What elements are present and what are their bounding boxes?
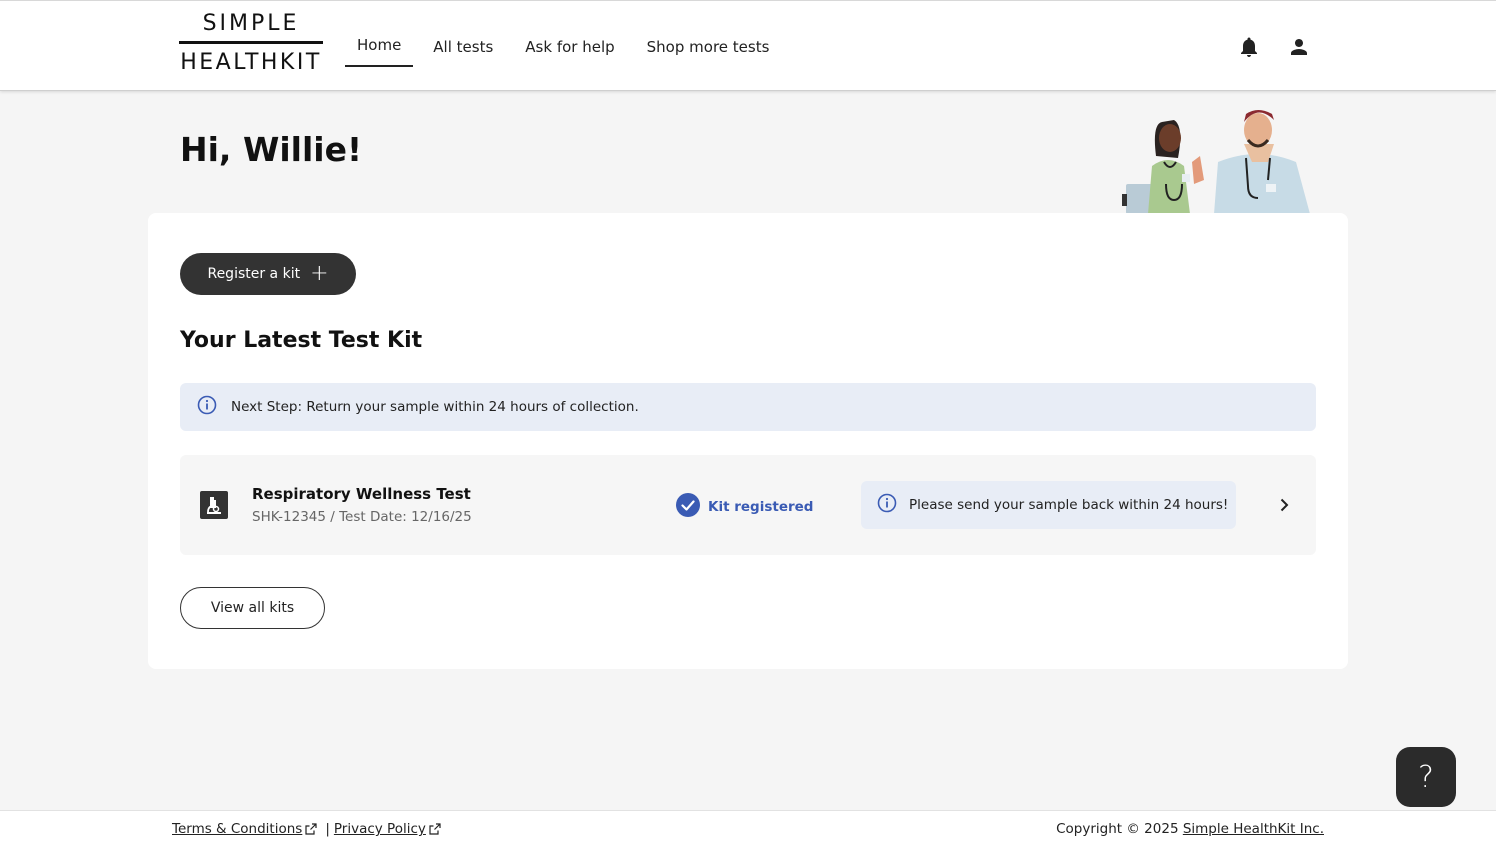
simple-healthkit-logo[interactable]: SIMPLE HEALTHKIT <box>179 11 323 77</box>
external-link-icon <box>305 823 317 835</box>
nav-ask-for-help[interactable]: Ask for help <box>513 1 626 92</box>
kit-status-label: Kit registered <box>708 499 814 515</box>
logo-bottom-text: HEALTHKIT <box>180 50 322 75</box>
site-header: SIMPLE HEALTHKIT Home All tests Ask for … <box>0 0 1496 91</box>
register-kit-label: Register a kit <box>207 266 301 282</box>
external-link-icon <box>429 823 441 835</box>
nav-home[interactable]: Home <box>345 0 414 91</box>
latest-kit-card: Register a kit + Your Latest Test Kit Ne… <box>148 213 1348 669</box>
footer-links: Terms & Conditions | Privacy Policy <box>172 821 445 837</box>
microscope-icon <box>200 491 228 519</box>
greeting-heading: Hi, Willie! <box>180 130 363 169</box>
company-link[interactable]: Simple HealthKit Inc. <box>1183 821 1324 837</box>
kit-status: Kit registered <box>676 493 813 521</box>
register-kit-button[interactable]: Register a kit + <box>180 253 356 295</box>
kit-name: Respiratory Wellness Test <box>252 485 471 503</box>
kit-note: Please send your sample back within 24 h… <box>861 481 1236 529</box>
kit-row[interactable]: Respiratory Wellness Test SHK-12345 / Te… <box>180 455 1316 555</box>
logo-top-text: SIMPLE <box>202 11 300 36</box>
view-all-kits-button[interactable]: View all kits <box>180 587 325 629</box>
check-circle-icon <box>676 493 700 521</box>
kit-meta: SHK-12345 / Test Date: 12/16/25 <box>252 509 472 525</box>
bell-icon[interactable] <box>1237 35 1261 59</box>
person-icon[interactable] <box>1287 35 1311 59</box>
copyright: Copyright © 2025 Simple HealthKit Inc. <box>1056 821 1324 837</box>
section-title: Your Latest Test Kit <box>180 328 423 353</box>
next-step-text: Next Step: Return your sample within 24 … <box>231 399 639 415</box>
nav-shop-more-tests[interactable]: Shop more tests <box>635 1 782 92</box>
kit-note-text: Please send your sample back within 24 h… <box>909 497 1229 513</box>
copyright-text: Copyright © 2025 <box>1056 821 1179 837</box>
privacy-link[interactable]: Privacy Policy <box>334 821 426 837</box>
clinicians-illustration <box>1122 110 1310 214</box>
nav-all-tests[interactable]: All tests <box>421 1 505 92</box>
info-icon <box>877 493 897 517</box>
terms-link[interactable]: Terms & Conditions <box>172 821 302 837</box>
site-footer: Terms & Conditions | Privacy Policy Copy… <box>0 810 1496 847</box>
logo-rule <box>179 41 323 44</box>
next-step-banner: Next Step: Return your sample within 24 … <box>180 383 1316 431</box>
footer-separator: | <box>325 821 330 837</box>
chevron-right-icon[interactable] <box>1274 495 1294 515</box>
main-nav: Home All tests Ask for help Shop more te… <box>345 1 789 92</box>
help-button[interactable]: ? <box>1396 747 1456 807</box>
info-icon <box>197 395 217 419</box>
plus-icon: + <box>310 261 329 286</box>
